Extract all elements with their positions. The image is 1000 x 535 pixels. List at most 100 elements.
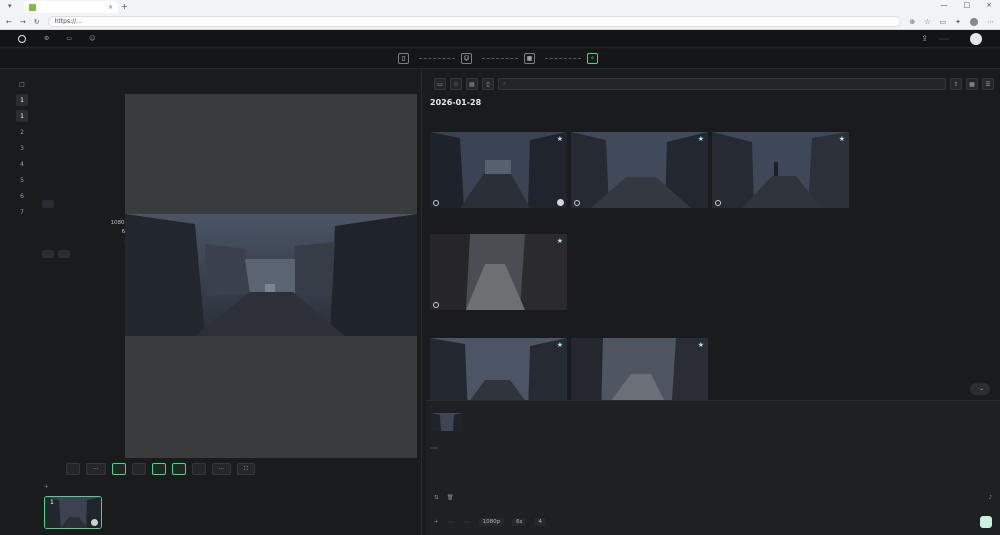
- generated-image[interactable]: ★: [430, 234, 567, 310]
- more-button[interactable]: ⋯: [86, 463, 106, 475]
- menu-icon[interactable]: ⋯: [987, 18, 994, 26]
- delete-button[interactable]: [58, 250, 70, 258]
- profile-icon[interactable]: [970, 17, 978, 26]
- fullscreen-icon[interactable]: ⛶: [237, 463, 255, 475]
- star-icon[interactable]: ★: [839, 135, 845, 143]
- shot-thumbnail[interactable]: 1: [44, 496, 102, 529]
- star-icon[interactable]: ★: [698, 135, 704, 143]
- info-icon[interactable]: [574, 200, 580, 206]
- step-connector: [419, 58, 455, 59]
- address-text: https://...: [54, 18, 82, 25]
- shot-index-item[interactable]: 1: [16, 110, 28, 122]
- upload-icon[interactable]: ⇪: [950, 78, 962, 90]
- star-icon[interactable]: ★: [698, 341, 704, 349]
- shot-index-item[interactable]: 3: [16, 142, 28, 154]
- step-script[interactable]: ▯: [398, 53, 413, 64]
- video-edit-button[interactable]: [66, 463, 80, 475]
- image-filter-icon[interactable]: ▭: [434, 78, 446, 90]
- zoom-icon[interactable]: ⊕: [909, 18, 915, 26]
- extensions-icon[interactable]: ✦: [955, 18, 961, 26]
- prompt-textarea[interactable]: [430, 447, 442, 449]
- address-bar[interactable]: https://...: [47, 16, 902, 27]
- step-subject[interactable]: ☺: [461, 53, 476, 64]
- close-window-button[interactable]: ×: [986, 1, 992, 9]
- avatar[interactable]: [970, 32, 982, 45]
- shot-index-item[interactable]: 1: [16, 94, 28, 106]
- duration-select[interactable]: 6s: [512, 518, 527, 526]
- shot-index-item[interactable]: 5: [16, 174, 28, 186]
- selected-check-icon[interactable]: [557, 199, 564, 206]
- list-view-icon[interactable]: ☰: [982, 78, 994, 90]
- browser-tab[interactable]: ×: [24, 1, 118, 13]
- redo-button[interactable]: [111, 463, 126, 475]
- reference-chip[interactable]: [430, 447, 438, 449]
- shot-index-item[interactable]: 4: [16, 158, 28, 170]
- add-shot-button[interactable]: +: [44, 484, 49, 490]
- shot-index-item[interactable]: 7: [16, 206, 28, 218]
- more-actions-button[interactable]: ⋯: [211, 463, 231, 475]
- shot-index-item[interactable]: 2: [16, 126, 28, 138]
- reference-image[interactable]: [432, 413, 462, 431]
- resolution-select[interactable]: 1080p: [478, 518, 505, 526]
- maximize-button[interactable]: □: [964, 1, 971, 9]
- search-input[interactable]: ⌕: [498, 78, 946, 90]
- step-produce[interactable]: ✧: [587, 53, 602, 64]
- generated-image[interactable]: ★: [712, 132, 849, 208]
- share-icon[interactable]: ⇪: [921, 34, 928, 43]
- star-icon[interactable]: ★: [557, 341, 563, 349]
- shot-index-nav: □ 1 1 2 3 4 5 6 7: [14, 78, 30, 218]
- workflow-steps: ▯ ☺ ▦ ✧: [0, 49, 1000, 69]
- new-tab-button[interactable]: +: [121, 2, 128, 11]
- star-filter-icon[interactable]: ☆: [450, 78, 462, 90]
- download-button[interactable]: [131, 463, 146, 475]
- info-icon[interactable]: [433, 302, 439, 308]
- mode-select[interactable]: [446, 521, 455, 523]
- copy-button[interactable]: [42, 200, 54, 208]
- mic-icon[interactable]: ♪: [988, 495, 992, 501]
- nav-item-assets[interactable]: ▭: [66, 35, 75, 42]
- shot-index-toggle[interactable]: □: [16, 78, 28, 90]
- material-button[interactable]: [191, 463, 206, 475]
- tab-close-icon[interactable]: ×: [108, 4, 113, 11]
- app-logo[interactable]: [18, 34, 30, 43]
- folder-filter-icon[interactable]: ▤: [466, 78, 478, 90]
- grid-view-icon[interactable]: ▦: [966, 78, 978, 90]
- count-select[interactable]: 4: [534, 518, 546, 526]
- generated-image[interactable]: ★: [571, 132, 708, 208]
- info-icon[interactable]: [433, 200, 439, 206]
- shot-index-item[interactable]: 6: [16, 190, 28, 202]
- generation-panel: ▭ ☆ ▤ ▯ ⌕ ⇪ ▦ ☰ 2026-01-28 ★ ★ ★ ★ ★ ★ ⌄…: [426, 70, 1000, 535]
- star-icon[interactable]: ★: [557, 237, 563, 245]
- main-frame-image[interactable]: [125, 214, 417, 336]
- step-storyboard[interactable]: ▦: [524, 53, 539, 64]
- favorite-icon[interactable]: ☆: [924, 18, 930, 26]
- collections-icon[interactable]: ▭: [940, 18, 947, 26]
- edit-button[interactable]: [42, 250, 54, 258]
- favorite-button[interactable]: [151, 463, 166, 475]
- minimize-button[interactable]: —: [941, 1, 948, 9]
- check-icon: [91, 519, 98, 526]
- composer-utilities: ⇅ 🗑 ♪: [434, 495, 992, 501]
- document-filter-icon[interactable]: ▯: [482, 78, 494, 90]
- generated-image[interactable]: ★: [430, 132, 567, 208]
- tab-list-icon[interactable]: ▾: [8, 2, 12, 10]
- info-icon[interactable]: [715, 200, 721, 206]
- browser-chrome: ▾ × + — □ × ← → ↻ https://... ⊕ ☆ ▭ ✦ ⋯: [0, 0, 1000, 30]
- back-to-top-button[interactable]: ⌄: [970, 383, 990, 395]
- reload-icon[interactable]: ↻: [34, 18, 40, 26]
- forward-icon[interactable]: →: [20, 18, 26, 26]
- search-icon: ⌕: [503, 80, 507, 87]
- frame-toolbar: ⋯ ⋯ ⛶: [66, 462, 396, 476]
- nav-item-workspace[interactable]: ⚙: [44, 35, 52, 42]
- extend-button[interactable]: [171, 463, 186, 475]
- nav-item-characters[interactable]: ☺: [89, 35, 98, 42]
- ruined-street-scene: [125, 214, 417, 336]
- trash-icon[interactable]: 🗑: [447, 495, 454, 501]
- back-icon[interactable]: ←: [6, 18, 12, 26]
- model-select[interactable]: [462, 521, 471, 523]
- generate-button[interactable]: [980, 516, 992, 528]
- add-button[interactable]: +: [434, 519, 439, 525]
- credit-badge[interactable]: [938, 37, 950, 40]
- star-icon[interactable]: ★: [557, 135, 563, 143]
- sort-icon[interactable]: ⇅: [434, 495, 439, 501]
